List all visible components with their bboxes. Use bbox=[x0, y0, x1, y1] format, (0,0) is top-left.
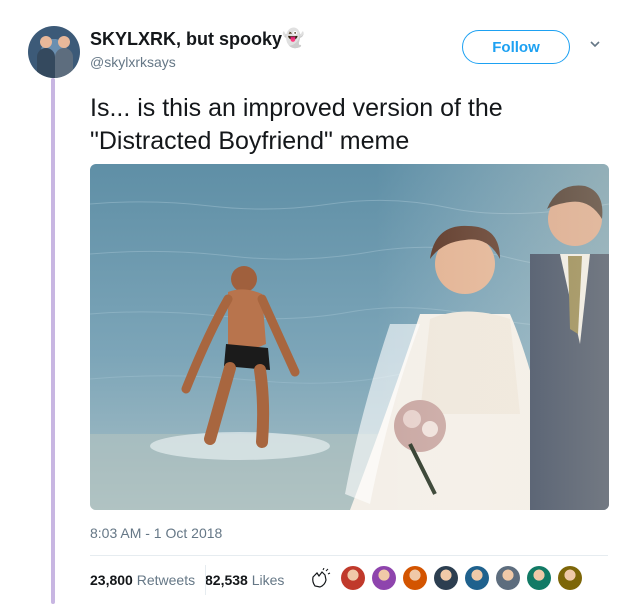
user-handle[interactable]: @skylxrksays bbox=[90, 54, 176, 70]
likes-count: 82,538 bbox=[205, 572, 248, 588]
tweet-photo[interactable] bbox=[90, 164, 609, 510]
retweets-label: Retweets bbox=[136, 572, 196, 588]
thread-line bbox=[51, 78, 55, 604]
liker-avatar[interactable] bbox=[372, 566, 396, 590]
stats-separator bbox=[205, 565, 206, 595]
liker-avatar[interactable] bbox=[527, 566, 551, 590]
likes-label: Likes bbox=[251, 572, 285, 588]
liker-avatar[interactable] bbox=[496, 566, 520, 590]
divider bbox=[90, 555, 608, 556]
tweet-timestamp[interactable]: 8:03 AM - 1 Oct 2018 bbox=[90, 525, 222, 541]
liker-avatar[interactable] bbox=[558, 566, 582, 590]
retweets-stat[interactable]: 23,800 Retweets bbox=[90, 572, 195, 588]
display-name[interactable]: SKYLXRK, but spooky bbox=[90, 29, 282, 50]
tweet-text: Is... is this an improved version of the… bbox=[90, 94, 503, 155]
retweets-count: 23,800 bbox=[90, 572, 133, 588]
liker-avatar[interactable] bbox=[403, 566, 427, 590]
chevron-down-icon[interactable] bbox=[590, 39, 600, 49]
likes-stat[interactable]: 82,538 Likes bbox=[205, 572, 284, 588]
follow-button[interactable]: Follow bbox=[462, 30, 570, 64]
ghost-icon: 👻 bbox=[282, 28, 305, 48]
liker-avatar[interactable] bbox=[341, 566, 365, 590]
liker-avatar[interactable] bbox=[434, 566, 458, 590]
avatar[interactable] bbox=[28, 26, 80, 78]
liker-avatar[interactable] bbox=[465, 566, 489, 590]
clapping-hands-icon bbox=[312, 568, 331, 588]
